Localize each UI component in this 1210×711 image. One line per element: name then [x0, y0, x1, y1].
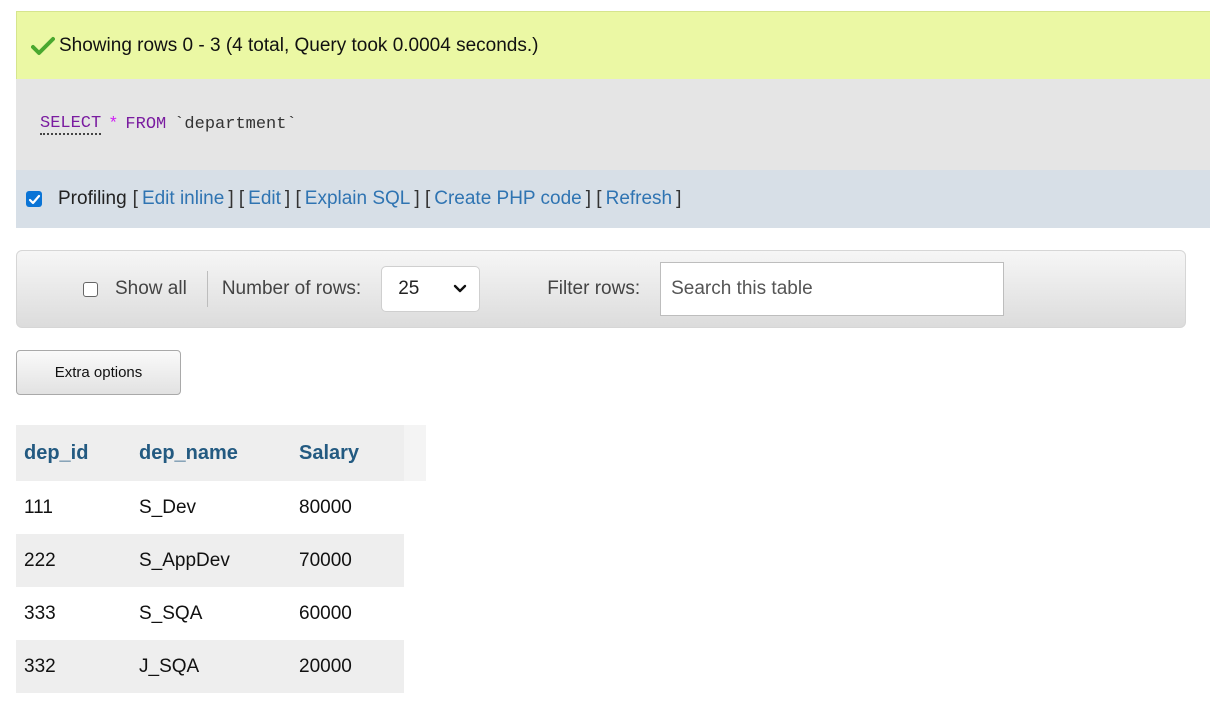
- table-row[interactable]: 333 S_SQA 60000: [16, 587, 404, 640]
- cell-salary: 80000: [291, 481, 404, 534]
- table-row[interactable]: 222 S_AppDev 70000: [16, 534, 404, 587]
- edit-link[interactable]: Edit: [248, 188, 281, 210]
- check-icon: [31, 36, 55, 55]
- sql-star: *: [108, 115, 119, 134]
- table-header-tail: [404, 425, 426, 481]
- column-header-dep-name[interactable]: dep_name: [131, 425, 291, 481]
- cell-dep-id: 333: [16, 587, 131, 640]
- number-of-rows-value: 25: [398, 278, 420, 299]
- table-row[interactable]: 111 S_Dev 80000: [16, 481, 404, 534]
- profiling-label: Profiling: [58, 188, 127, 209]
- edit-inline-link[interactable]: Edit inline: [142, 188, 224, 210]
- profiling-checkbox[interactable]: [26, 191, 42, 207]
- column-header-salary[interactable]: Salary: [291, 425, 404, 481]
- cell-dep-name: S_Dev: [131, 481, 291, 534]
- column-header-dep-id[interactable]: dep_id: [16, 425, 131, 481]
- success-text: Showing rows 0 - 3 (4 total, Query took …: [59, 34, 539, 56]
- cell-salary: 20000: [291, 640, 404, 693]
- query-success-message: Showing rows 0 - 3 (4 total, Query took …: [16, 11, 1210, 79]
- cell-dep-id: 332: [16, 640, 131, 693]
- sql-keyword-select[interactable]: SELECT: [40, 114, 102, 135]
- refresh-link[interactable]: Refresh: [606, 188, 673, 210]
- number-of-rows-label: Number of rows:: [221, 278, 362, 299]
- checkmark-icon: [28, 194, 40, 204]
- show-all-label[interactable]: Show all: [115, 278, 187, 300]
- explain-sql-link[interactable]: Explain SQL: [305, 188, 411, 210]
- create-php-code-link[interactable]: Create PHP code: [434, 188, 582, 210]
- profiling-bar: Profiling [Edit inline] [Edit] [Explain …: [16, 170, 1210, 228]
- number-of-rows-select[interactable]: 25: [381, 266, 481, 312]
- cell-dep-name: J_SQA: [131, 640, 291, 693]
- cell-dep-id: 222: [16, 534, 131, 587]
- table-row[interactable]: 332 J_SQA 20000: [16, 640, 404, 693]
- extra-options-button[interactable]: Extra options: [16, 350, 181, 395]
- table-navigation-toolbar: Show all Number of rows: 25 Filter rows:: [16, 250, 1186, 328]
- cell-dep-name: S_SQA: [131, 587, 291, 640]
- toolbar-divider: [206, 271, 208, 307]
- cell-dep-name: S_AppDev: [131, 534, 291, 587]
- results-table: dep_id dep_name Salary 111 S_Dev 80000 2…: [16, 425, 404, 693]
- filter-rows-label: Filter rows:: [547, 278, 641, 299]
- show-all-checkbox[interactable]: [83, 281, 98, 297]
- search-table-input[interactable]: [660, 262, 1005, 316]
- cell-salary: 60000: [291, 587, 404, 640]
- sql-keyword-from: FROM: [125, 115, 167, 134]
- cell-dep-id: 111: [16, 481, 131, 534]
- cell-salary: 70000: [291, 534, 404, 587]
- chevron-down-icon: [454, 284, 467, 293]
- sql-table-name: `department`: [174, 115, 297, 134]
- sql-query-box: SELECT * FROM `department`: [16, 79, 1210, 170]
